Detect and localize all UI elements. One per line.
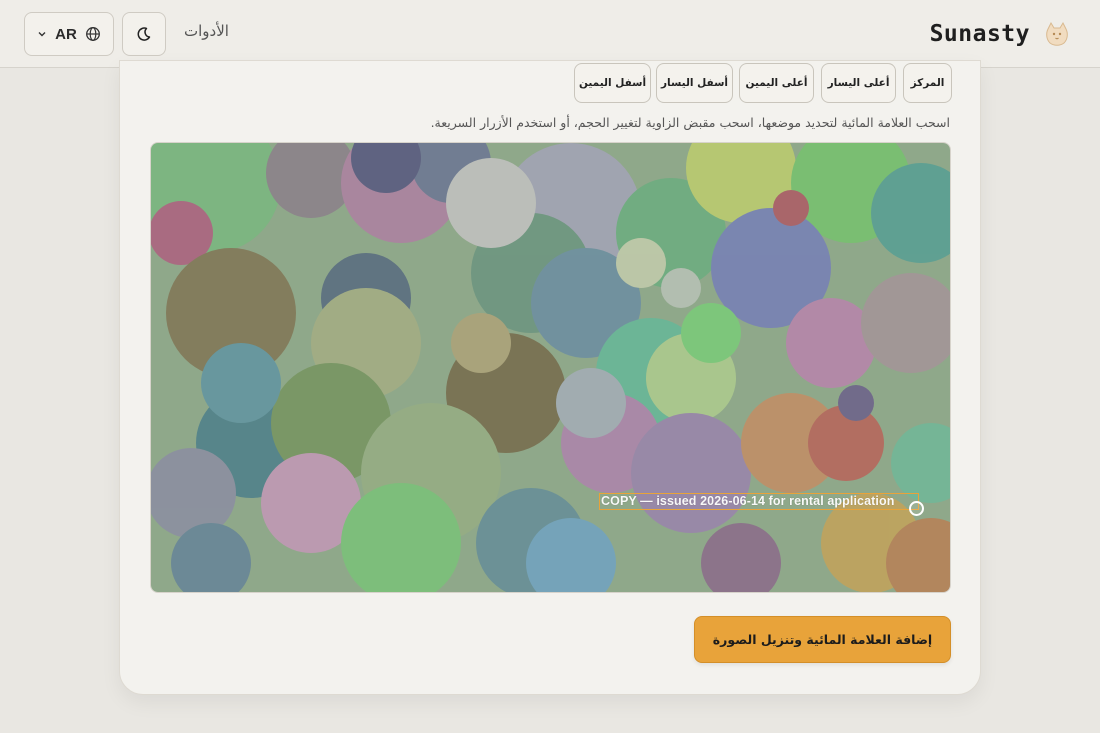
instruction-text: اسحب العلامة المائية لتحديد موضعها، اسحب… [430, 115, 950, 130]
globe-icon [85, 27, 100, 41]
language-selector[interactable]: AR [24, 12, 114, 56]
position-bottom-right-button[interactable]: أسفل اليمين [574, 63, 651, 103]
theme-toggle-button[interactable] [122, 12, 166, 56]
brand-name: Sunasty [929, 21, 1030, 47]
tools-link[interactable]: الأدوات [184, 22, 229, 40]
watermark-card: المركز أعلى اليسار أعلى اليمين أسفل اليس… [119, 60, 981, 695]
position-top-right-button[interactable]: أعلى اليمين [739, 63, 814, 103]
cat-icon [1046, 21, 1068, 46]
watermark-text[interactable]: COPY — issued 2026-06-14 for rental appl… [601, 494, 894, 508]
position-bottom-left-button[interactable]: أسفل اليسار [656, 63, 733, 103]
position-center-button[interactable]: المركز [903, 63, 952, 103]
brand[interactable]: Sunasty [930, 17, 1072, 51]
language-code: AR [55, 25, 77, 43]
apply-and-download-button[interactable]: إضافة العلامة المائية وتنزيل الصورة [694, 616, 951, 663]
chevron-down-icon [38, 32, 46, 37]
position-top-left-button[interactable]: أعلى اليسار [821, 63, 896, 103]
resize-handle[interactable] [909, 501, 924, 516]
moon-icon [137, 27, 151, 41]
image-canvas[interactable]: COPY — issued 2026-06-14 for rental appl… [150, 142, 951, 593]
app-header: Sunasty الأدوات AR [0, 0, 1100, 68]
preview-image [151, 143, 950, 592]
